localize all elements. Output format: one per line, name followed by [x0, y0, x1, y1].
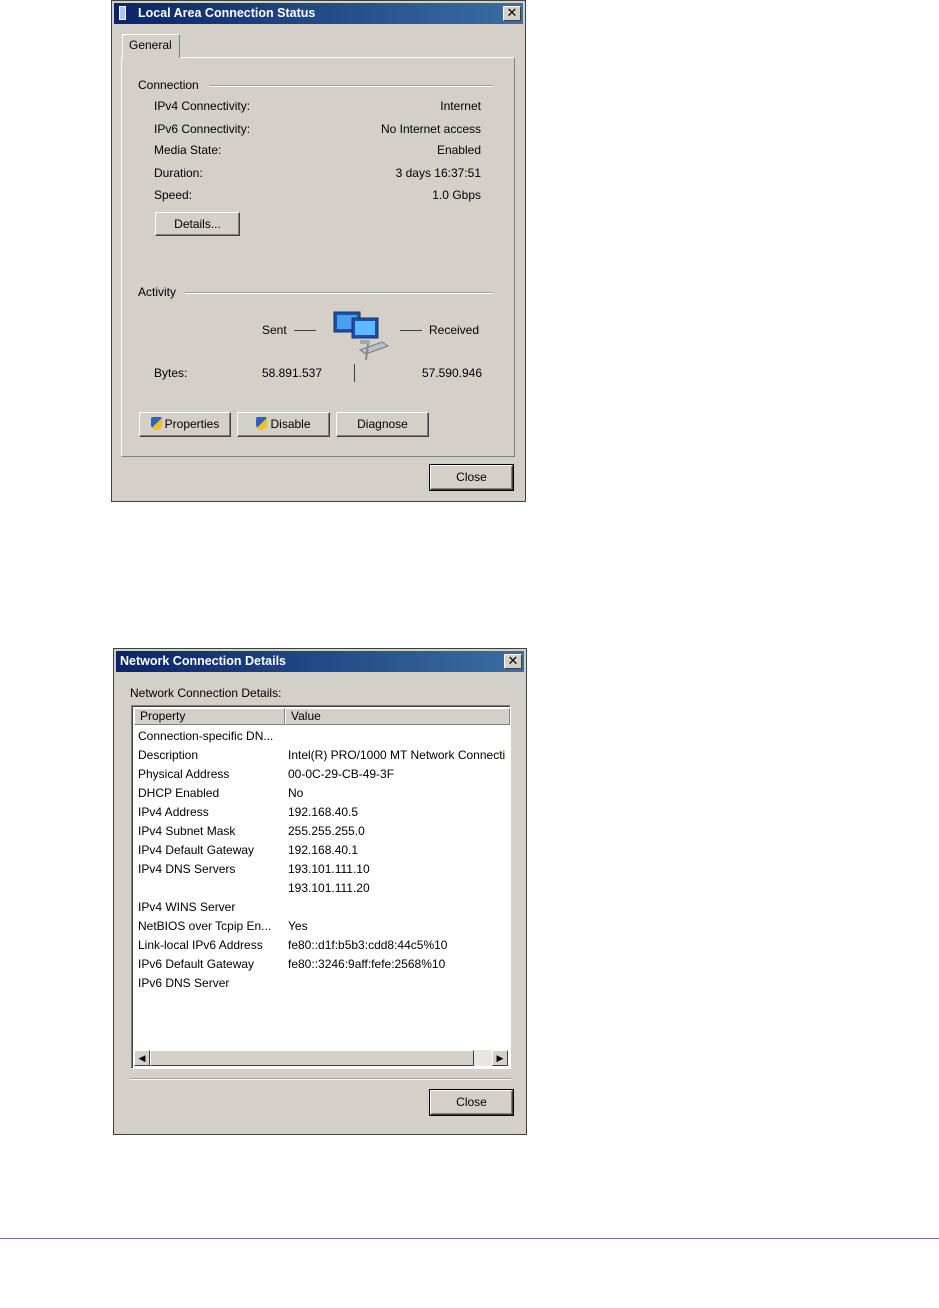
disable-button[interactable]: Disable — [237, 412, 330, 437]
value-cell: fe80::d1f:b5b3:cdd8:44c5%10 — [288, 938, 448, 952]
table-row[interactable]: IPv6 DNS Server — [138, 974, 510, 993]
received-label: Received — [429, 323, 480, 337]
details-title: Network Connection Details — [120, 654, 286, 668]
value-cell: Intel(R) PRO/1000 MT Network Connecti — [288, 748, 506, 762]
close-icon[interactable]: ✕ — [503, 6, 521, 21]
table-row[interactable]: 193.101.111.20 — [138, 879, 510, 898]
column-header-property[interactable]: Property — [134, 708, 285, 725]
value-cell: 193.101.111.20 — [288, 881, 370, 895]
table-row[interactable]: IPv4 DNS Servers 193.101.111.10 — [138, 860, 510, 879]
properties-button[interactable]: Properties — [139, 412, 231, 437]
connection-group-divider — [210, 85, 493, 87]
ipv6-connectivity-value: No Internet access — [380, 122, 481, 136]
table-row[interactable]: Description Intel(R) PRO/1000 MT Network … — [138, 746, 510, 765]
ipv6-connectivity-label: IPv6 Connectivity: — [154, 122, 251, 136]
details-list[interactable]: Property Value Connection-specific DN...… — [131, 705, 511, 1069]
property-cell: IPv4 Address — [138, 805, 209, 819]
network-connection-icon — [119, 6, 126, 20]
table-row[interactable]: IPv4 Subnet Mask 255.255.255.0 — [138, 822, 510, 841]
property-cell: Link-local IPv6 Address — [138, 938, 263, 952]
properties-button-label: Properties — [164, 417, 220, 431]
table-row[interactable]: IPv6 Default Gateway fe80::3246:9aff:fefe… — [138, 955, 510, 974]
duration-label: Duration: — [154, 166, 203, 180]
bytes-sent-value: 58.891.537 — [261, 366, 322, 380]
status-title: Local Area Connection Status — [138, 6, 316, 20]
details-button[interactable]: Details... — [155, 212, 240, 236]
table-row[interactable]: DHCP Enabled No — [138, 784, 510, 803]
tab-general[interactable]: General — [122, 34, 180, 58]
horizontal-scrollbar[interactable]: ◀ ▶ — [134, 1050, 508, 1066]
property-cell: IPv4 Subnet Mask — [138, 824, 236, 838]
table-row[interactable]: IPv4 WINS Server — [138, 898, 510, 917]
activity-group-label: Activity — [138, 285, 177, 299]
sent-label: Sent — [262, 323, 287, 337]
scrollbar-thumb[interactable] — [150, 1050, 474, 1066]
property-cell: IPv6 DNS Server — [138, 976, 230, 990]
property-cell: IPv4 DNS Servers — [138, 862, 236, 876]
speed-value: 1.0 Gbps — [432, 188, 481, 202]
property-cell: IPv4 WINS Server — [138, 900, 236, 914]
close-button[interactable]: Close — [429, 1089, 514, 1116]
shield-icon — [150, 417, 162, 430]
network-activity-icon — [333, 311, 390, 361]
table-row[interactable]: Physical Address 00-0C-29-CB-49-3F — [138, 765, 510, 784]
ipv4-connectivity-label: IPv4 Connectivity: — [154, 99, 251, 113]
value-cell: 00-0C-29-CB-49-3F — [288, 767, 395, 781]
bytes-divider — [354, 364, 355, 382]
tab-general-label: General — [129, 38, 172, 52]
bytes-received-value: 57.590.946 — [421, 366, 482, 380]
close-icon[interactable]: ✕ — [504, 654, 522, 669]
table-row[interactable]: IPv4 Address 192.168.40.5 — [138, 803, 510, 822]
general-tab-pane: Connection IPv4 Connectivity: Internet I… — [121, 57, 515, 457]
table-row[interactable]: IPv4 Default Gateway 192.168.40.1 — [138, 841, 510, 860]
table-row[interactable]: NetBIOS over Tcpip En... Yes — [138, 917, 510, 936]
status-dialog: Local Area Connection Status ✕ General C… — [111, 0, 526, 502]
value-cell: 255.255.255.0 — [288, 824, 365, 838]
connection-group-label: Connection — [138, 78, 199, 92]
property-cell: NetBIOS over Tcpip En... — [138, 919, 272, 933]
details-dialog: Network Connection Details ✕ Network Con… — [113, 648, 527, 1135]
duration-value: 3 days 16:37:51 — [395, 166, 481, 180]
speed-label: Speed: — [154, 188, 193, 202]
details-caption: Network Connection Details: — [130, 686, 282, 700]
value-cell: fe80::3246:9aff:fefe:2568%10 — [288, 957, 446, 971]
sent-connector-line — [294, 330, 316, 331]
value-cell: No — [288, 786, 304, 800]
value-cell: 193.101.111.10 — [288, 862, 370, 876]
media-state-value: Enabled — [436, 143, 481, 157]
scroll-left-button[interactable]: ◀ — [134, 1050, 150, 1066]
value-cell: 192.168.40.1 — [288, 843, 359, 857]
disable-button-label: Disable — [270, 417, 311, 431]
details-divider — [130, 1078, 511, 1080]
shield-icon — [256, 417, 268, 430]
close-button[interactable]: Close — [429, 464, 514, 491]
column-header-value[interactable]: Value — [285, 708, 510, 725]
ipv4-connectivity-value: Internet — [440, 99, 481, 113]
details-title-bar[interactable]: Network Connection Details ✕ — [116, 651, 524, 672]
property-cell: IPv6 Default Gateway — [138, 957, 255, 971]
page-footer-rule — [0, 1238, 939, 1239]
bytes-label: Bytes: — [154, 366, 188, 380]
received-connector-line — [400, 330, 422, 331]
table-row[interactable]: Connection-specific DN... — [138, 727, 510, 746]
table-row[interactable]: Link-local IPv6 Address fe80::d1f:b5b3:cd… — [138, 936, 510, 955]
value-cell: Yes — [288, 919, 308, 933]
property-cell: DHCP Enabled — [138, 786, 220, 800]
property-cell: Physical Address — [138, 767, 230, 781]
value-cell: 192.168.40.5 — [288, 805, 359, 819]
property-cell: Connection-specific DN... — [138, 729, 274, 743]
activity-group-divider — [185, 292, 493, 294]
property-cell: IPv4 Default Gateway — [138, 843, 255, 857]
status-title-bar[interactable]: Local Area Connection Status ✕ — [114, 3, 523, 24]
media-state-label: Media State: — [154, 143, 222, 157]
scroll-right-button[interactable]: ▶ — [492, 1050, 508, 1066]
property-cell: Description — [138, 748, 199, 762]
diagnose-button[interactable]: Diagnose — [336, 412, 429, 437]
